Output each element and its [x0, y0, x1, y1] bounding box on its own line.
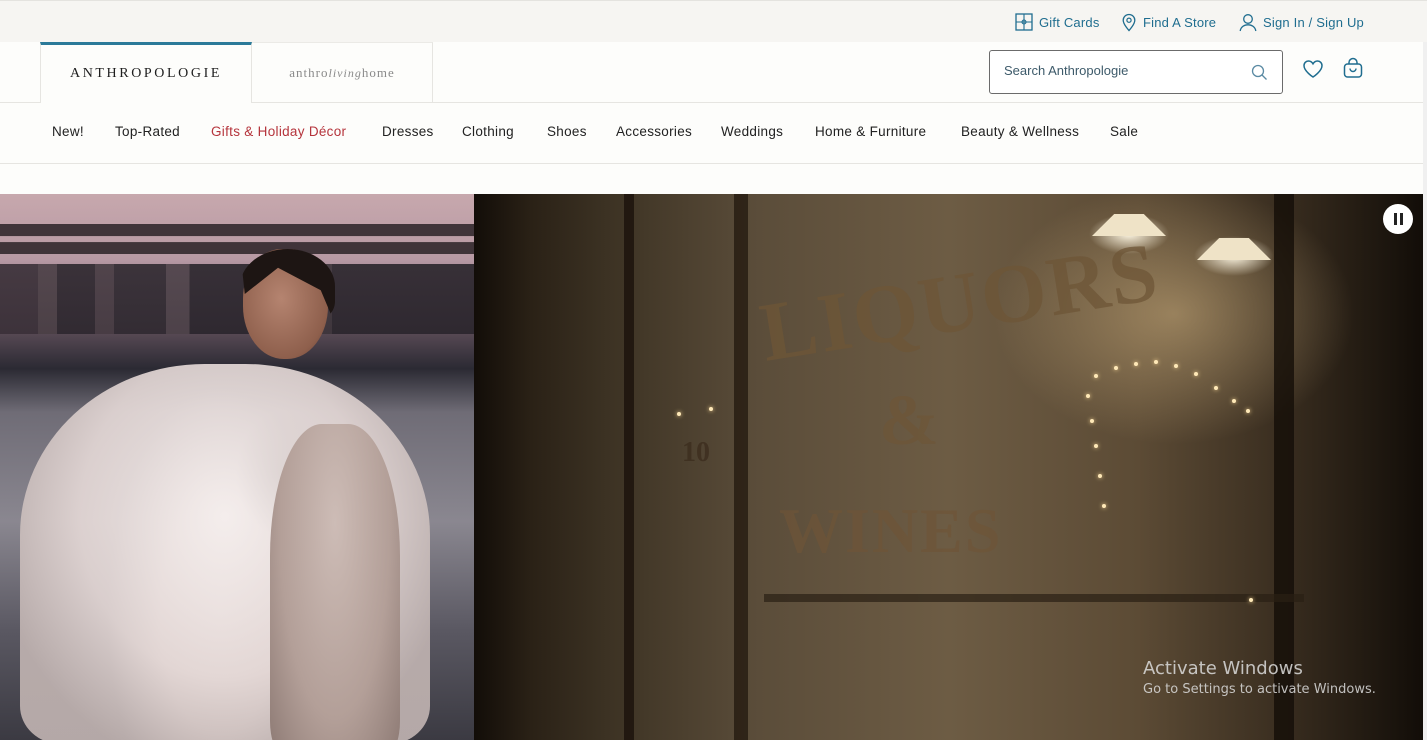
find-store-link[interactable]: Find A Store [1121, 13, 1216, 32]
string-light [1102, 504, 1106, 508]
nav-item-clothing[interactable]: Clothing [462, 124, 514, 139]
string-light [1246, 409, 1250, 413]
nav-item-new[interactable]: New! [52, 124, 84, 139]
nav-item-home-furniture[interactable]: Home & Furniture [815, 124, 926, 139]
string-light [1094, 444, 1098, 448]
liquors-sign: LIQUORS [754, 225, 1166, 380]
brand-logo: ANTHROPOLOGIE [69, 66, 222, 81]
string-light [1090, 419, 1094, 423]
string-light [1232, 399, 1236, 403]
gift-icon [1015, 13, 1033, 31]
window-frame [734, 194, 748, 740]
find-store-label: Find A Store [1143, 15, 1217, 30]
watermark-title: Activate Windows [1143, 658, 1303, 679]
string-light [1249, 598, 1253, 602]
nav-item-dresses[interactable]: Dresses [382, 124, 434, 139]
string-light [1086, 394, 1090, 398]
search-box [989, 50, 1283, 94]
sign-in-label: Sign In / Sign Up [1263, 15, 1364, 30]
wines-sign: WINES [779, 495, 1003, 566]
nav-item-accessories[interactable]: Accessories [616, 124, 692, 139]
brand-tab-anthroliving[interactable]: anthrolivinghome [252, 42, 433, 103]
nav-item-top-rated[interactable]: Top-Rated [115, 124, 180, 139]
string-light [709, 407, 713, 411]
main-nav: New! Top-Rated Gifts & Holiday Décor Dre… [0, 103, 1423, 164]
nav-item-weddings[interactable]: Weddings [721, 124, 783, 139]
activate-windows-watermark: Activate Windows Go to Settings to activ… [1143, 658, 1376, 697]
nav-item-gifts-holiday-decor[interactable]: Gifts & Holiday Décor [211, 124, 346, 139]
gift-cards-link[interactable]: Gift Cards [1015, 13, 1100, 31]
number-sign: 10 [682, 437, 710, 468]
window-frame [624, 194, 634, 740]
brand-tab-anthropologie[interactable]: ANTHROPOLOGIE [40, 42, 252, 103]
gift-cards-label: Gift Cards [1039, 14, 1100, 30]
nav-item-beauty-wellness[interactable]: Beauty & Wellness [961, 124, 1079, 139]
string-light [1098, 474, 1102, 478]
string-light [1134, 362, 1138, 366]
wishlist-heart-icon[interactable] [1302, 59, 1324, 79]
search-icon[interactable] [1251, 64, 1268, 81]
string-light [1214, 386, 1218, 390]
search-input[interactable] [1004, 63, 1234, 78]
string-light [1094, 374, 1098, 378]
nav-item-sale[interactable]: Sale [1110, 124, 1138, 139]
string-light [1194, 372, 1198, 376]
string-light [677, 412, 681, 416]
string-light [1114, 366, 1118, 370]
string-light [1174, 364, 1178, 368]
nav-item-shoes[interactable]: Shoes [547, 124, 587, 139]
sign-in-link[interactable]: Sign In / Sign Up [1239, 13, 1364, 32]
sequin-dress [270, 424, 400, 740]
site-header: ANTHROPOLOGIE anthrolivinghome [0, 42, 1427, 103]
anthroliving-logo: anthrolivinghome [289, 65, 395, 80]
page-scrollbar[interactable] [1423, 42, 1427, 740]
ceiling-lamp [1092, 214, 1166, 236]
bar-shelf [764, 594, 1304, 602]
model-figure [0, 224, 474, 740]
video-pause-button[interactable] [1383, 204, 1413, 234]
pause-icon [1392, 213, 1404, 225]
watermark-subtitle: Go to Settings to activate Windows. [1143, 682, 1376, 697]
user-icon [1239, 14, 1257, 32]
ceiling-lamp [1197, 238, 1271, 260]
string-light [1154, 360, 1158, 364]
ampersand-sign: & [879, 380, 939, 460]
shopping-bag-icon[interactable] [1342, 57, 1364, 79]
location-pin-icon [1122, 13, 1136, 32]
utility-bar: Gift Cards Find A Store Sign In / Sign U… [0, 0, 1427, 42]
hero-image-left[interactable] [0, 194, 474, 740]
